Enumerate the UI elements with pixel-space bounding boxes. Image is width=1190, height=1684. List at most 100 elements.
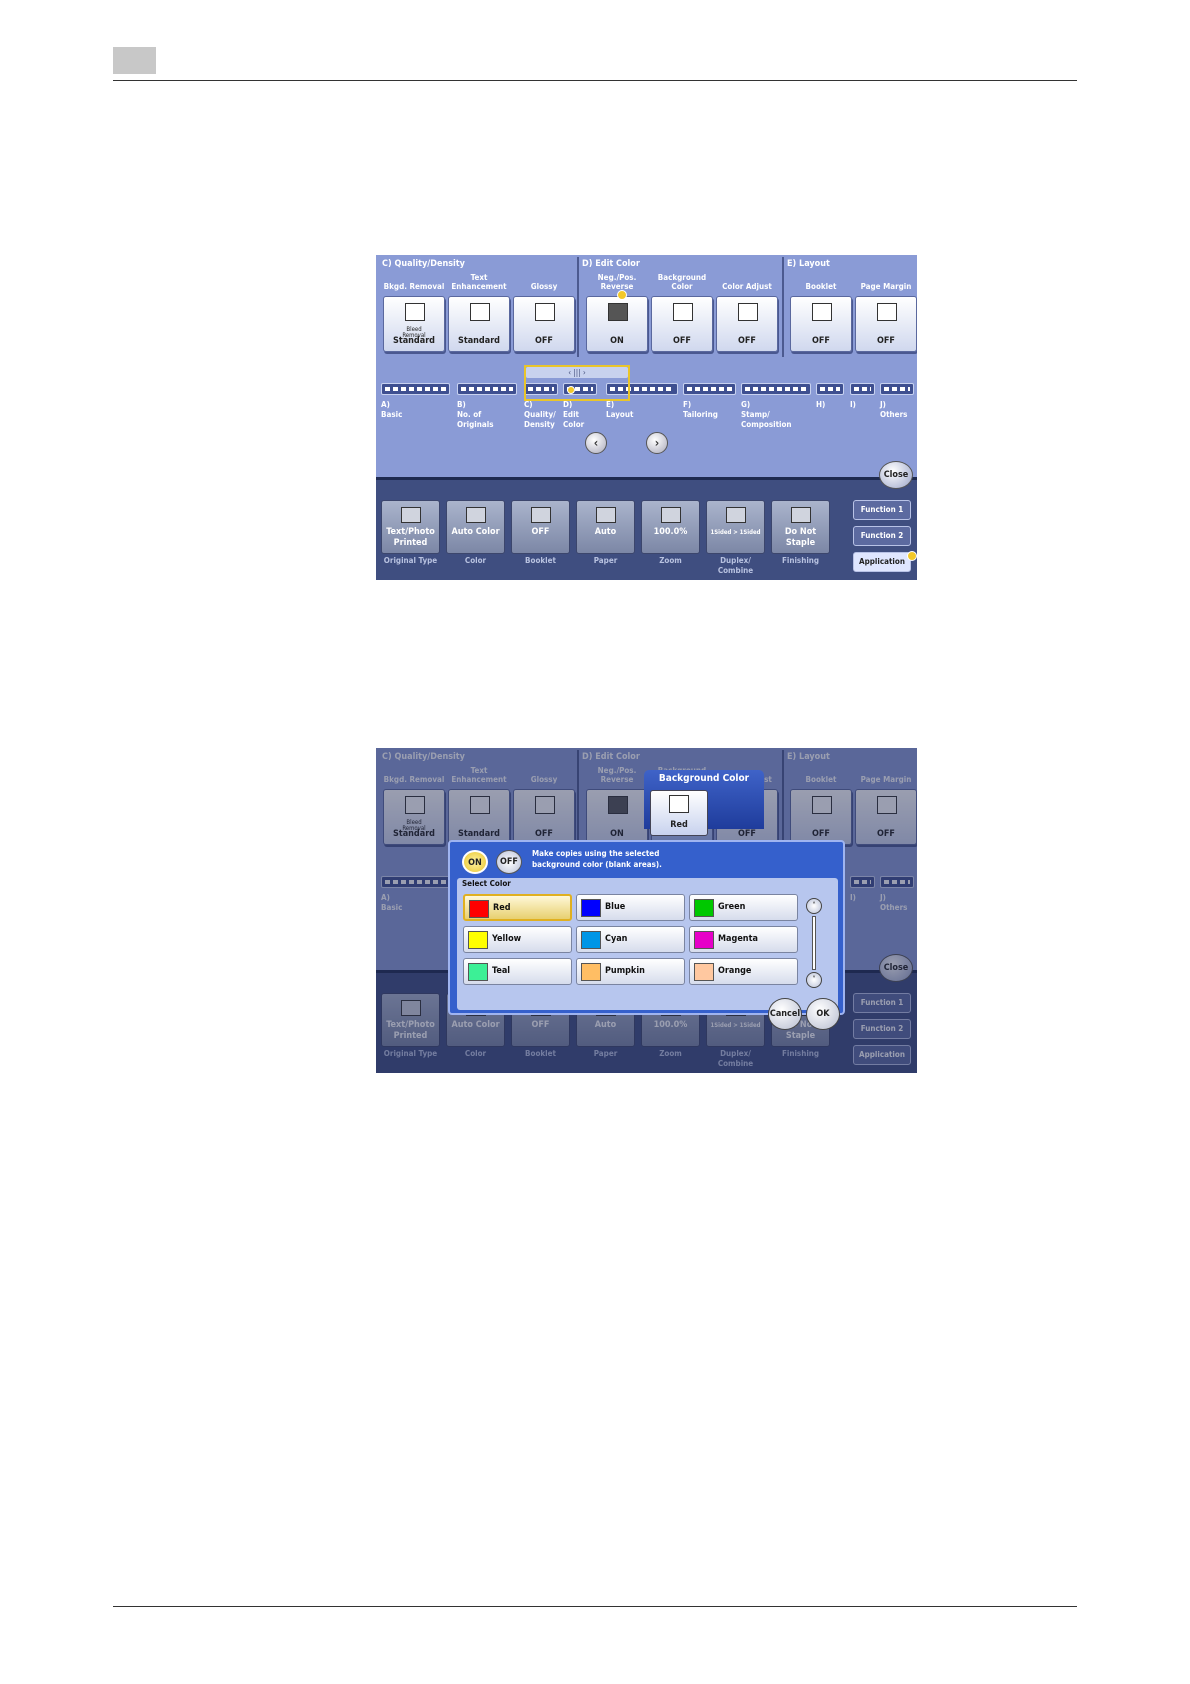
- quick-button-caption: Original Type: [383, 556, 438, 565]
- color-button-orange[interactable]: Orange: [689, 958, 798, 985]
- glossy-icon: [535, 303, 555, 321]
- quick-button-value: Auto Color: [451, 527, 500, 537]
- color-name: Blue: [605, 902, 626, 912]
- color-button-red[interactable]: Red: [463, 894, 572, 921]
- color-name: Red: [493, 903, 511, 913]
- tab-7[interactable]: [741, 383, 811, 395]
- booklet-icon: [812, 303, 832, 321]
- color-swatch: [468, 963, 488, 981]
- scroll-down-icon[interactable]: ˅: [806, 972, 822, 988]
- current-tab-dot: [567, 386, 575, 394]
- tab-label: B) No. of Originals: [457, 400, 494, 429]
- quick-button-7[interactable]: Do Not Staple: [771, 500, 830, 554]
- function-button-6[interactable]: OFF: [716, 296, 778, 352]
- scroll-track[interactable]: [812, 916, 816, 970]
- function-value: OFF: [812, 336, 830, 346]
- function-button-5[interactable]: OFF: [651, 296, 713, 352]
- quick-button-4[interactable]: Auto: [576, 500, 635, 554]
- bkgd-removal-icon: [405, 303, 425, 321]
- function-label: Text Enhancement: [451, 273, 507, 291]
- original-type-icon: [401, 507, 421, 523]
- background-color-icon: [669, 795, 689, 813]
- tab-scrollbar[interactable]: ‹ ||| ›: [526, 367, 628, 378]
- cancel-button[interactable]: Cancel: [768, 998, 802, 1030]
- function-button-1[interactable]: Bleed Removal Standard: [383, 296, 445, 352]
- panel-bottom-line: [376, 477, 917, 480]
- prev-page-button[interactable]: ‹: [585, 432, 607, 454]
- dialog-message: Make copies using the selected backgroun…: [532, 849, 662, 869]
- color-button-magenta[interactable]: Magenta: [689, 926, 798, 953]
- ok-button[interactable]: OK: [806, 998, 840, 1030]
- color-swatch: [581, 899, 601, 917]
- function-label: Glossy: [530, 282, 558, 291]
- function-value: Standard: [458, 336, 500, 346]
- function-panel: C) Quality/Density D) Edit Color E) Layout…: [376, 255, 917, 477]
- quick-button-caption: Zoom: [659, 556, 682, 565]
- select-color-label: Select Color: [462, 879, 511, 888]
- color-name: Orange: [718, 966, 752, 976]
- function-label: Page Margin: [860, 282, 912, 291]
- quick-button-1[interactable]: Text/Photo Printed: [381, 500, 440, 554]
- function-label: Bkgd. Removal: [383, 282, 445, 291]
- header-box: [113, 47, 156, 74]
- page-margin-icon: [877, 303, 897, 321]
- color-name: Pumpkin: [605, 966, 645, 976]
- color-swatch: [468, 931, 488, 949]
- color-swatch: [694, 931, 714, 949]
- mode-button-2[interactable]: Function 2: [853, 526, 911, 546]
- group-title: C) Quality/Density: [382, 259, 465, 269]
- footer-rule: [113, 1606, 1077, 1607]
- color-swatch: [581, 931, 601, 949]
- group-title: D) Edit Color: [582, 259, 640, 269]
- quick-button-6[interactable]: 1Sided > 1Sided: [706, 500, 765, 554]
- quick-button-3[interactable]: OFF: [511, 500, 570, 554]
- function-label: Booklet: [805, 282, 837, 291]
- booklet-bottom-icon: [531, 507, 551, 523]
- on-button[interactable]: ON: [462, 850, 488, 874]
- background-color-selected-button: Red: [650, 790, 708, 836]
- quick-button-2[interactable]: Auto Color: [446, 500, 505, 554]
- function-button-7[interactable]: OFF: [790, 296, 852, 352]
- close-button[interactable]: Close: [879, 461, 913, 489]
- color-swatch: [694, 963, 714, 981]
- tab-label: G) Stamp/ Composition: [741, 400, 792, 429]
- color-button-pumpkin[interactable]: Pumpkin: [576, 958, 685, 985]
- mode-button-1[interactable]: Function 1: [853, 500, 911, 520]
- color-button-blue[interactable]: Blue: [576, 894, 685, 921]
- color-icon: [466, 507, 486, 523]
- color-button-teal[interactable]: Teal: [463, 958, 572, 985]
- quick-button-5[interactable]: 100.0%: [641, 500, 700, 554]
- color-button-yellow[interactable]: Yellow: [463, 926, 572, 953]
- function-button-8[interactable]: OFF: [855, 296, 917, 352]
- function-button-4[interactable]: ON: [586, 296, 648, 352]
- color-list-scrollbar[interactable]: ˄ ˅: [806, 898, 822, 988]
- color-button-cyan[interactable]: Cyan: [576, 926, 685, 953]
- tab-1[interactable]: [381, 383, 450, 395]
- duplex-icon: [726, 507, 746, 523]
- function-button-3[interactable]: OFF: [513, 296, 575, 352]
- color-name: Cyan: [605, 934, 628, 944]
- tab-10[interactable]: [880, 383, 914, 395]
- quick-button-caption: Booklet: [525, 556, 556, 565]
- color-button-green[interactable]: Green: [689, 894, 798, 921]
- function-button-2[interactable]: Standard: [448, 296, 510, 352]
- scroll-up-icon[interactable]: ˄: [806, 898, 822, 914]
- tab-2[interactable]: [457, 383, 517, 395]
- function-value: OFF: [535, 336, 553, 346]
- tab-label: D) Edit Color: [563, 400, 585, 429]
- tab-6[interactable]: [683, 383, 736, 395]
- color-adjust-icon: [738, 303, 758, 321]
- background-color-icon: [673, 303, 693, 321]
- mode-button-3[interactable]: Application: [853, 552, 911, 572]
- tab-label: I): [850, 400, 856, 409]
- next-page-button[interactable]: ›: [646, 432, 668, 454]
- tab-9[interactable]: [850, 383, 875, 395]
- function-value: Standard: [393, 336, 435, 346]
- screen-background-color-dialog: C) Quality/Density D) Edit Color E) Layout…: [376, 748, 917, 1073]
- zoom-icon: [661, 507, 681, 523]
- quick-button-caption: Finishing: [781, 556, 820, 565]
- tab-8[interactable]: [816, 383, 844, 395]
- header-rule: [113, 80, 1077, 81]
- finishing-icon: [791, 507, 811, 523]
- off-button[interactable]: OFF: [496, 850, 522, 874]
